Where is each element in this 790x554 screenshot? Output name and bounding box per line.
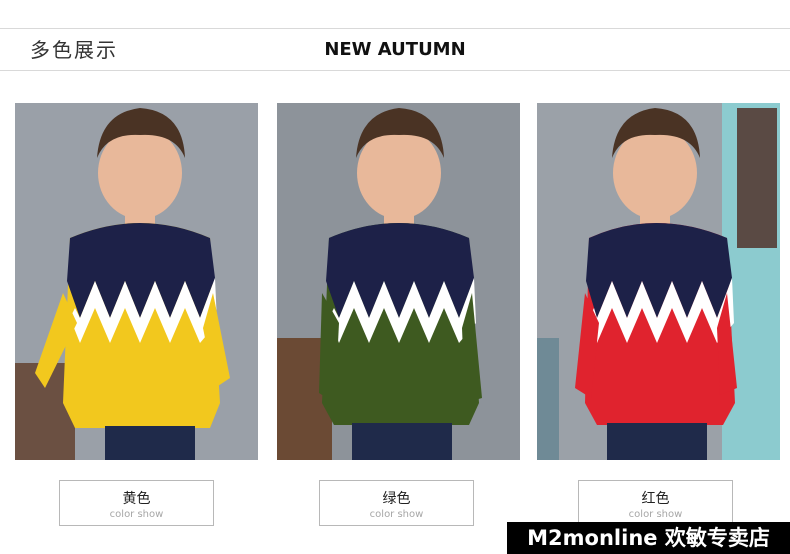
boy-in-green-sweater-image: [277, 103, 520, 460]
product-photo-red[interactable]: [537, 103, 780, 460]
color-label-yellow: 黄色 color show: [59, 480, 214, 526]
color-caption: color show: [369, 509, 424, 520]
boy-in-yellow-sweater-image: [15, 103, 258, 460]
store-watermark: M2monline 欢敏专卖店: [507, 522, 790, 554]
top-divider: [0, 28, 790, 29]
color-caption: color show: [628, 509, 683, 520]
color-name: 绿色: [382, 491, 411, 507]
color-name: 黄色: [122, 491, 151, 507]
color-caption: color show: [109, 509, 164, 520]
color-label-red: 红色 color show: [578, 480, 733, 526]
color-name: 红色: [641, 491, 670, 507]
page-title: NEW AUTUMN: [324, 39, 466, 60]
product-photo-green[interactable]: [277, 103, 520, 460]
boy-in-red-sweater-image: [537, 103, 780, 460]
bottom-divider: [0, 70, 790, 71]
product-photo-yellow[interactable]: [15, 103, 258, 460]
color-label-green: 绿色 color show: [319, 480, 474, 526]
